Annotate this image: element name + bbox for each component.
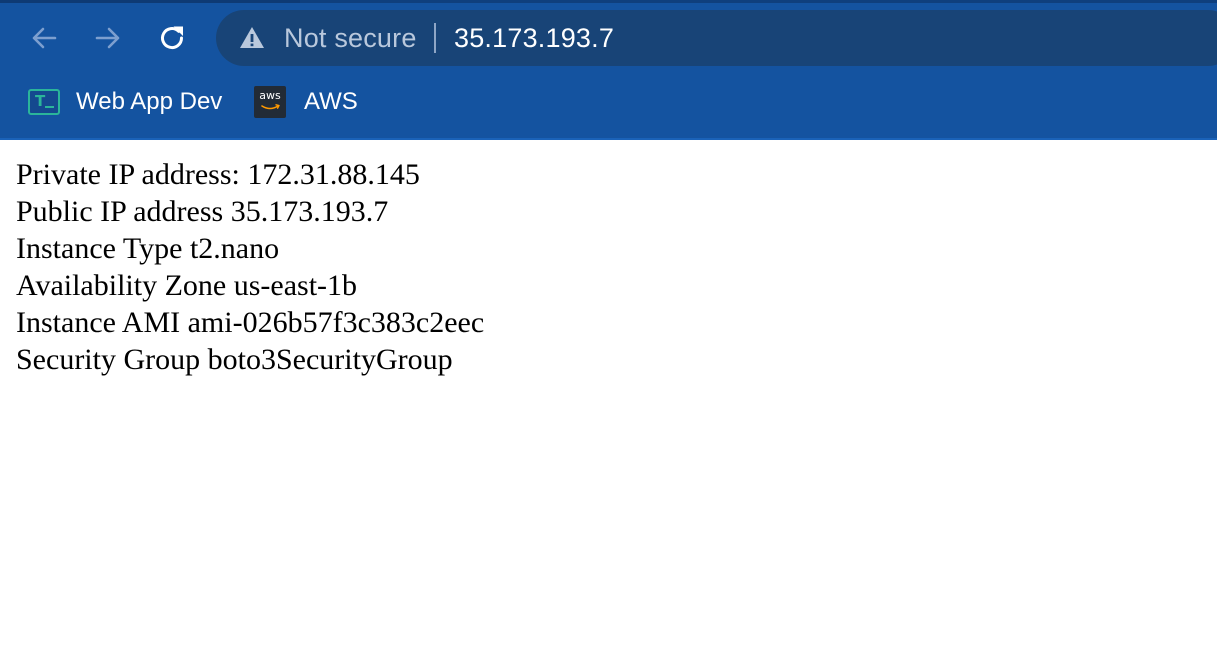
aws-smile-icon — [261, 104, 280, 110]
security-label: Not secure — [284, 22, 417, 53]
aws-icon: aws — [254, 86, 286, 118]
instance-type-line: Instance Type t2.nano — [16, 232, 280, 265]
page-content: Private IP address: 172.31.88.145 Public… — [16, 156, 1196, 378]
forward-button[interactable] — [88, 18, 128, 58]
address-divider — [434, 23, 436, 53]
warning-triangle-icon — [240, 27, 264, 48]
arrow-right-icon — [95, 27, 120, 49]
reload-icon — [161, 26, 184, 50]
url-text[interactable]: 35.173.193.7 — [454, 10, 614, 66]
terminal-icon-underscore — [45, 106, 54, 108]
browser-toolbar: Not secure 35.173.193.7 — [0, 0, 1217, 76]
terminal-icon-letter: T — [35, 92, 46, 110]
instance-ami-line: Instance AMI ami-026b57f3c383c2eec — [16, 306, 485, 339]
bookmark-aws[interactable]: aws AWS — [254, 76, 358, 128]
back-button[interactable] — [24, 18, 64, 58]
security-indicator[interactable]: Not secure — [238, 10, 417, 66]
terminal-icon: T — [28, 89, 60, 115]
bookmarks-bar: T Web App Dev aws AWS — [0, 76, 1217, 128]
reload-button[interactable] — [152, 18, 192, 58]
private-ip-line: Private IP address: 172.31.88.145 — [16, 158, 420, 191]
public-ip-line: Public IP address 35.173.193.7 — [16, 195, 389, 228]
bookmark-web-app-dev[interactable]: T Web App Dev — [28, 76, 222, 128]
browser-chrome: Not secure 35.173.193.7 T Web App Dev aw… — [0, 0, 1217, 140]
address-bar[interactable]: Not secure 35.173.193.7 — [216, 10, 1217, 66]
security-group-line: Security Group boto3SecurityGroup — [16, 343, 453, 376]
bookmark-label: AWS — [304, 88, 358, 115]
arrow-left-icon — [32, 27, 57, 49]
bookmark-label: Web App Dev — [76, 88, 223, 115]
availability-zone-line: Availability Zone us-east-1b — [16, 269, 358, 302]
